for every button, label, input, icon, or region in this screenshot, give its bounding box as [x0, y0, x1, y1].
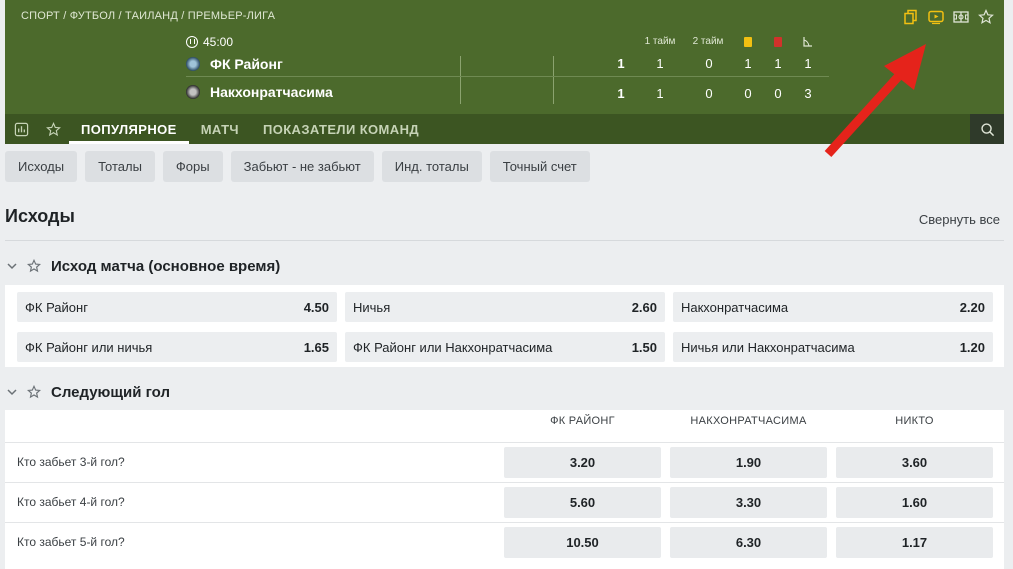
video-icon[interactable] [927, 8, 944, 25]
chip-outcomes[interactable]: Исходы [5, 151, 78, 182]
market-panel: ФК Районг 4.50 Ничья 2.60 Накхонратчасим… [5, 285, 1004, 367]
row-question: Кто забьет 5-й гол? [17, 535, 125, 549]
home-h2: 0 [705, 56, 713, 71]
odd-button[interactable]: Ничья 2.60 [345, 292, 665, 322]
home-total: 1 [617, 56, 625, 71]
collapse-all-link[interactable]: Свернуть все [919, 212, 1000, 227]
copy-icon[interactable] [902, 8, 919, 25]
odd-value: 2.20 [959, 299, 985, 315]
market-header[interactable]: Исход матча (основное время) [5, 252, 280, 280]
row-question: Кто забьет 3-й гол? [17, 455, 125, 469]
chip-totals[interactable]: Тоталы [85, 151, 155, 182]
breadcrumb[interactable]: СПОРТ / ФУТБОЛ / ТАИЛАНД / ПРЕМЬЕР-ЛИГА [21, 10, 275, 22]
chip-handicaps[interactable]: Форы [162, 151, 223, 182]
odd-button[interactable]: 5.60 [504, 487, 661, 518]
odd-value: 4.50 [303, 299, 329, 315]
divider [5, 240, 1004, 241]
odd-button[interactable]: 3.60 [836, 447, 993, 478]
market-header[interactable]: Следующий гол [5, 378, 170, 406]
away-yellow: 0 [744, 86, 752, 101]
home-yellow: 1 [744, 56, 752, 71]
star-icon[interactable] [27, 259, 41, 273]
header-actions [902, 8, 994, 25]
away-h1: 1 [656, 86, 664, 101]
red-card-icon [774, 37, 782, 47]
match-timer: 45:00 [186, 35, 233, 49]
home-corners: 1 [804, 56, 812, 71]
table-row: Кто забьет 3-й гол? 3.20 1.90 3.60 [5, 442, 1004, 482]
chip-both-score[interactable]: Забьют - не забьют [230, 151, 374, 182]
row-question: Кто забьет 4-й гол? [17, 495, 125, 509]
chevron-down-icon[interactable] [5, 385, 19, 399]
odd-button[interactable]: 10.50 [504, 527, 661, 558]
odd-label: ФК Районг или Накхонратчасима [353, 339, 553, 355]
match-time: 45:00 [203, 35, 234, 49]
search-icon [980, 122, 994, 136]
yellow-card-icon [744, 37, 752, 47]
odd-button[interactable]: ФК Районг или Накхонратчасима 1.50 [345, 332, 665, 362]
col-half1: 1 тайм [644, 36, 676, 47]
odd-label: Ничья [353, 299, 391, 315]
clock-icon [186, 36, 198, 48]
stats-icon[interactable] [5, 114, 37, 144]
odd-value: 1.65 [303, 339, 329, 355]
search-button[interactable] [970, 114, 1004, 144]
home-team-name[interactable]: ФК Районг [210, 56, 283, 72]
away-total: 1 [617, 86, 625, 101]
odd-label: ФК Районг [25, 299, 88, 315]
tab-team-stats[interactable]: ПОКАЗАТЕЛИ КОМАНД [251, 114, 431, 144]
home-red: 1 [774, 56, 782, 71]
odd-button[interactable]: 1.60 [836, 487, 993, 518]
odd-value: 1.50 [631, 339, 657, 355]
away-team-row: Накхонратчасима [186, 79, 829, 105]
odd-button[interactable]: Накхонратчасима 2.20 [673, 292, 993, 322]
section-title: Исходы [5, 206, 75, 226]
odd-label: Накхонратчасима [681, 299, 789, 315]
odd-label: Ничья или Накхонратчасима [681, 339, 855, 355]
market-title: Следующий гол [51, 383, 170, 401]
column-header: НАКХОНРАТЧАСИМА [690, 415, 807, 427]
home-team-logo [186, 56, 200, 71]
col-half2: 2 тайм [692, 36, 724, 47]
away-h2: 0 [705, 86, 713, 101]
away-red: 0 [774, 86, 782, 101]
chip-ind-totals[interactable]: Инд. тоталы [381, 151, 482, 182]
odd-button[interactable]: 1.90 [670, 447, 827, 478]
odd-value: 2.60 [631, 299, 657, 315]
tab-match[interactable]: МАТЧ [189, 114, 251, 144]
market-title: Исход матча (основное время) [51, 257, 281, 275]
odd-button[interactable]: 6.30 [670, 527, 827, 558]
field-icon[interactable] [952, 8, 969, 25]
away-team-logo [186, 85, 200, 99]
tab-popular[interactable]: ПОПУЛЯРНОЕ [69, 114, 189, 144]
favorites-star-icon[interactable] [37, 114, 69, 144]
odd-button[interactable]: ФК Районг или ничья 1.65 [17, 332, 337, 362]
star-icon[interactable] [977, 8, 994, 25]
odd-button[interactable]: 1.17 [836, 527, 993, 558]
home-h1: 1 [656, 56, 664, 71]
odd-button[interactable]: Ничья или Накхонратчасима 1.20 [673, 332, 993, 362]
chevron-down-icon[interactable] [5, 259, 19, 273]
market-filter-chips: Исходы Тоталы Форы Забьют - не забьют Ин… [5, 151, 590, 182]
odd-value: 1.20 [959, 339, 985, 355]
table-row: Кто забьет 4-й гол? 5.60 3.30 1.60 [5, 482, 1004, 522]
table-row: Кто забьет 5-й гол? 10.50 6.30 1.17 [5, 522, 1004, 562]
away-team-name[interactable]: Накхонратчасима [210, 84, 333, 100]
odd-label: ФК Районг или ничья [25, 339, 153, 355]
column-header: ФК РАЙОНГ [550, 415, 615, 427]
chip-exact-score[interactable]: Точный счет [489, 151, 590, 182]
odd-button[interactable]: 3.30 [670, 487, 827, 518]
column-header: НИКТО [895, 415, 934, 427]
annotation-arrow-icon [824, 44, 926, 158]
corner-icon [803, 37, 812, 47]
away-corners: 3 [804, 86, 812, 101]
home-team-row: ФК Районг [186, 51, 829, 77]
star-icon[interactable] [27, 385, 41, 399]
odd-button[interactable]: 3.20 [504, 447, 661, 478]
odd-button[interactable]: ФК Районг 4.50 [17, 292, 337, 322]
